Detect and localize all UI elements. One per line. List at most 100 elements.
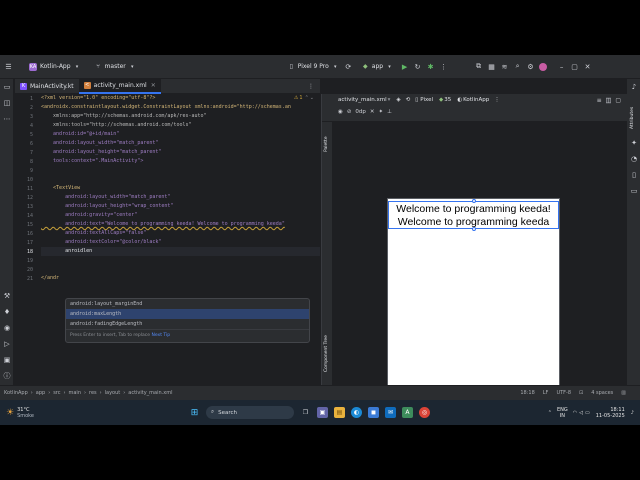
gemini-icon[interactable]: ✦: [630, 139, 638, 147]
apply-changes-icon[interactable]: ↻: [413, 62, 422, 71]
design-view-icon[interactable]: ▢: [615, 97, 621, 104]
tab-activity-main[interactable]: < activity_main.xml ✕: [78, 78, 161, 94]
close-icon[interactable]: ✕: [583, 62, 592, 71]
breadcrumb-item[interactable]: app: [36, 390, 45, 396]
notification-bell-icon[interactable]: ♪: [631, 410, 634, 416]
build-hammer-icon[interactable]: ⚒: [3, 292, 11, 300]
breadcrumb-sep: ›: [84, 390, 86, 396]
breadcrumb-item[interactable]: src: [53, 390, 60, 396]
indent-setting[interactable]: 4 spaces: [591, 390, 613, 396]
close-tab-icon[interactable]: ✕: [151, 82, 156, 89]
android-studio-icon[interactable]: A: [401, 407, 413, 418]
minimize-icon[interactable]: –: [557, 62, 566, 71]
language-indicator[interactable]: ENG IN: [557, 407, 568, 419]
memory-icon[interactable]: ▥: [621, 390, 626, 396]
run-config-selector[interactable]: ◆ app ▾: [359, 62, 396, 71]
more-icon[interactable]: ⋮: [439, 62, 448, 71]
breadcrumb-item[interactable]: activity_main.xml: [128, 390, 172, 396]
edge-icon[interactable]: ◐: [350, 407, 362, 418]
guidelines-icon[interactable]: ⊥: [387, 109, 392, 115]
autocomplete-item[interactable]: android:layout_marginEnd: [66, 299, 309, 309]
autoconnect-icon[interactable]: ⊘: [347, 109, 352, 115]
taskbar-search[interactable]: ⌕ Search: [205, 406, 294, 419]
run-panel-icon[interactable]: ▷: [3, 340, 11, 348]
autocomplete-item[interactable]: android:fadingEdgeLength: [66, 319, 309, 329]
app-inspection-icon[interactable]: ◉: [3, 324, 11, 332]
outlook-icon[interactable]: ✉: [384, 407, 396, 418]
task-view-icon[interactable]: ❐: [300, 407, 311, 418]
hamburger-menu-icon[interactable]: ☰: [4, 62, 13, 71]
settings-gear-icon[interactable]: ⚙: [526, 62, 535, 71]
split-view-icon[interactable]: ◫: [605, 97, 612, 104]
view-options-icon[interactable]: ◉: [338, 109, 343, 115]
profiler-icon[interactable]: ≋: [500, 62, 509, 71]
warning-indicator[interactable]: ⚠ 1 ⌃ ⌄: [294, 95, 314, 101]
file-explorer-icon[interactable]: ▤: [333, 407, 345, 418]
autocomplete-item-selected[interactable]: android:maxLength: [66, 309, 309, 319]
cursor-position[interactable]: 18:18: [520, 390, 534, 396]
logcat-icon[interactable]: ♦: [3, 308, 11, 316]
teams-icon[interactable]: ▣: [316, 407, 328, 418]
attributes-panel-label[interactable]: Attributes: [630, 107, 635, 129]
device-selector-label[interactable]: Pixel: [420, 97, 433, 103]
breadcrumb-item[interactable]: layout: [105, 390, 121, 396]
debug-icon[interactable]: ✱: [426, 62, 435, 71]
top-handle[interactable]: [472, 199, 476, 203]
resource-manager-icon[interactable]: ◫: [3, 99, 11, 107]
layout-file-label[interactable]: activity_main.xml: [338, 97, 387, 103]
breadcrumb-sep: ›: [123, 390, 126, 396]
problems-icon[interactable]: ⓘ: [3, 372, 11, 380]
wifi-icon[interactable]: ◠: [573, 410, 577, 416]
clear-constraints-icon[interactable]: ✕: [370, 109, 375, 115]
clock[interactable]: 18:11 11-05-2025: [596, 407, 625, 419]
bottom-handle[interactable]: [472, 227, 476, 231]
device-preview-icon[interactable]: ▯: [415, 97, 418, 103]
project-folder-icon[interactable]: ▭: [3, 83, 11, 91]
volume-icon[interactable]: ◁: [579, 410, 583, 416]
more-icon[interactable]: ⋮: [494, 97, 500, 103]
chevron-up-icon[interactable]: ⌃: [548, 410, 552, 416]
terminal-icon[interactable]: ▣: [3, 356, 11, 364]
design-mode-icon[interactable]: ◈: [396, 97, 400, 103]
device-manager-icon[interactable]: ▯: [630, 171, 638, 179]
windows-start-icon[interactable]: ⊞: [189, 407, 200, 418]
margin-value[interactable]: 0dp: [355, 109, 365, 115]
run-icon[interactable]: ▶: [400, 62, 409, 71]
component-tree-tab[interactable]: Component Tree: [324, 335, 329, 372]
device-selector[interactable]: ▯ Pixel 9 Pro ▾: [285, 62, 342, 71]
line-separator[interactable]: LF: [543, 390, 549, 396]
breadcrumb-item[interactable]: main: [69, 390, 82, 396]
avatar[interactable]: [539, 62, 548, 71]
next-tip-link[interactable]: Next Tip: [151, 333, 170, 338]
palette-tab[interactable]: Palette: [324, 136, 329, 152]
device-mirror-icon[interactable]: ⧉: [474, 62, 483, 71]
notifications-bell-icon[interactable]: ♪: [630, 83, 638, 91]
project-selector[interactable]: KA Kotlin-App ▾: [29, 62, 84, 71]
breadcrumb-item[interactable]: KotlinApp: [4, 390, 28, 396]
code-view-icon[interactable]: ≡: [597, 97, 602, 104]
theme-label[interactable]: KotlinApp: [463, 97, 489, 103]
branch-selector[interactable]: ⑂ master ▾: [92, 62, 139, 71]
lock-icon[interactable]: ⊡: [579, 390, 583, 396]
current-code-line[interactable]: anroidlen: [41, 247, 320, 256]
orientation-icon[interactable]: ⟲: [406, 97, 411, 103]
weather-widget[interactable]: ☀ 31°C Smoke: [6, 407, 34, 419]
code-editor[interactable]: 1 2 3 4 5 6 7 8 9 10 11 12 13 14 15 16 1…: [15, 94, 320, 385]
tab-mainactivity[interactable]: K MainActivity.kt: [15, 79, 79, 94]
breadcrumb-item[interactable]: res: [89, 390, 97, 396]
store-icon[interactable]: ◼: [367, 407, 379, 418]
textview-preview[interactable]: Welcome to programming keeda! Welcome to…: [388, 201, 559, 229]
more-tools-icon[interactable]: ⋯: [3, 115, 11, 123]
api-level-label[interactable]: 35: [444, 97, 451, 103]
maximize-icon[interactable]: ▢: [570, 62, 579, 71]
battery-icon[interactable]: ▭: [585, 410, 590, 416]
search-icon[interactable]: ⌕: [513, 62, 522, 71]
infer-constraints-icon[interactable]: ✦: [379, 109, 384, 115]
gradle-icon[interactable]: ◔: [630, 155, 638, 163]
sync-icon[interactable]: ⟳: [344, 62, 353, 71]
sdk-manager-icon[interactable]: ▦: [487, 62, 496, 71]
chrome-icon[interactable]: ◎: [418, 407, 430, 418]
more-tabs-icon[interactable]: ⋮: [308, 83, 314, 90]
emulator-icon[interactable]: ▭: [630, 187, 638, 195]
file-encoding[interactable]: UTF-8: [556, 390, 571, 396]
